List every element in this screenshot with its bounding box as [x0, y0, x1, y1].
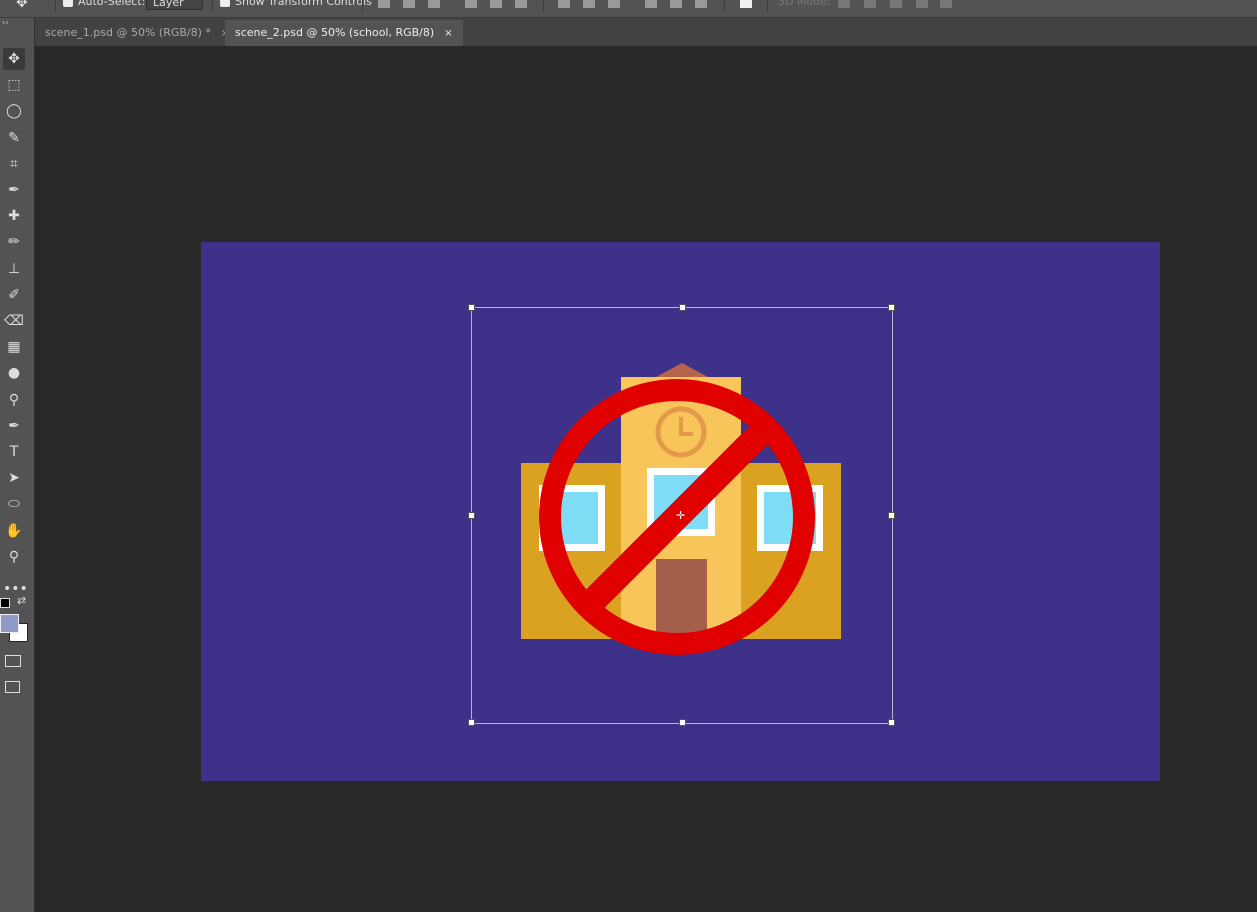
auto-select-checkbox[interactable]: Auto-Select:	[63, 0, 145, 8]
foreground-color-swatch[interactable]	[0, 614, 19, 633]
collapse-icon[interactable]: ››	[2, 18, 8, 27]
3d-pan-icon[interactable]	[890, 0, 902, 8]
transform-handle[interactable]	[888, 304, 895, 311]
align-hcenter-icon[interactable]	[490, 0, 502, 8]
align-top-icon[interactable]	[378, 0, 390, 8]
divider	[362, 0, 363, 12]
transform-handle[interactable]	[888, 512, 895, 519]
transform-handle[interactable]	[679, 719, 686, 726]
transform-handle[interactable]	[468, 304, 475, 311]
eraser-tool-icon[interactable]: ⌫	[3, 310, 25, 332]
swap-colors-icon[interactable]: ⇄	[17, 594, 26, 607]
divider	[55, 0, 56, 12]
3d-roll-icon[interactable]	[864, 0, 876, 8]
quick-mask-icon[interactable]	[5, 655, 21, 667]
auto-select-label: Auto-Select:	[78, 0, 146, 8]
divider	[767, 0, 768, 12]
clone-stamp-tool-icon[interactable]: ⊥	[3, 258, 25, 280]
show-transform-checkbox[interactable]: Show Transform Controls	[220, 0, 372, 8]
dropdown-value: Layer	[146, 0, 203, 10]
distribute-left-icon[interactable]	[645, 0, 657, 8]
marquee-tool-icon[interactable]: ⬚	[3, 74, 25, 96]
quick-selection-tool-icon[interactable]: ✎	[3, 127, 25, 149]
hand-tool-icon[interactable]: ✋	[3, 520, 25, 542]
transform-handle[interactable]	[468, 719, 475, 726]
align-right-icon[interactable]	[515, 0, 527, 8]
history-brush-tool-icon[interactable]: ✐	[3, 284, 25, 306]
transform-handle[interactable]	[468, 512, 475, 519]
type-tool-icon[interactable]: T	[3, 441, 25, 463]
toolbar: ›› ✥ ⬚ ◯ ✎ ⌗ ✒ ✚ ✏ ⊥ ✐ ⌫ ▦ ● ⚲ ✒ T ➤ ⬭ ✋ ⚲ ••• ⇄	[0, 18, 35, 912]
tab-scene-2[interactable]: scene_2.psd @ 50% (school, RGB/8) ×	[225, 20, 463, 46]
divider	[724, 0, 725, 12]
align-bottom-icon[interactable]	[428, 0, 440, 8]
distribute-vcenter-icon[interactable]	[583, 0, 595, 8]
divider	[543, 0, 544, 12]
show-transform-label: Show Transform Controls	[235, 0, 372, 8]
gradient-tool-icon[interactable]: ▦	[3, 336, 25, 358]
document-tabs: scene_1.psd @ 50% (RGB/8) *× scene_2.psd…	[35, 18, 1257, 46]
dodge-tool-icon[interactable]: ⚲	[3, 389, 25, 411]
zoom-tool-icon[interactable]: ⚲	[3, 546, 25, 568]
lasso-tool-icon[interactable]: ◯	[3, 100, 25, 122]
transform-handle[interactable]	[888, 719, 895, 726]
options-bar: ✥ ˅ Auto-Select: Layer Show Transform Co…	[0, 0, 1257, 18]
ellipse-tool-icon[interactable]: ⬭	[3, 493, 25, 515]
distribute-bottom-icon[interactable]	[608, 0, 620, 8]
transform-handle[interactable]	[679, 304, 686, 311]
align-left-icon[interactable]	[465, 0, 477, 8]
3d-mode-label: 3D Mode:	[778, 0, 831, 8]
3d-rotate-icon[interactable]	[838, 0, 850, 8]
checkbox-icon	[63, 0, 73, 7]
move-tool-icon[interactable]: ✥	[3, 48, 25, 70]
brush-tool-icon[interactable]: ✏	[3, 231, 25, 253]
blur-tool-icon[interactable]: ●	[3, 362, 25, 384]
path-selection-tool-icon[interactable]: ➤	[3, 467, 25, 489]
tab-label: scene_1.psd @ 50% (RGB/8) *	[45, 26, 211, 39]
reference-point-icon[interactable]: ✛	[676, 509, 685, 522]
auto-align-icon[interactable]	[740, 0, 752, 8]
divider	[212, 0, 213, 12]
distribute-top-icon[interactable]	[558, 0, 570, 8]
crop-tool-icon[interactable]: ⌗	[3, 153, 25, 175]
align-vcenter-icon[interactable]	[403, 0, 415, 8]
distribute-hcenter-icon[interactable]	[670, 0, 682, 8]
pen-tool-icon[interactable]: ✒	[3, 415, 25, 437]
3d-scale-icon[interactable]	[940, 0, 952, 8]
3d-slide-icon[interactable]	[916, 0, 928, 8]
eyedropper-tool-icon[interactable]: ✒	[3, 179, 25, 201]
close-icon[interactable]: ×	[444, 28, 452, 39]
default-colors-icon[interactable]	[0, 598, 10, 608]
tab-label: scene_2.psd @ 50% (school, RGB/8)	[235, 26, 435, 39]
tab-scene-1[interactable]: scene_1.psd @ 50% (RGB/8) *×	[35, 20, 239, 46]
distribute-right-icon[interactable]	[695, 0, 707, 8]
healing-brush-tool-icon[interactable]: ✚	[3, 205, 25, 227]
auto-select-dropdown[interactable]: Layer	[146, 0, 203, 10]
screen-mode-icon[interactable]	[5, 681, 20, 693]
move-tool-preset-icon[interactable]: ✥ ˅	[16, 0, 39, 11]
checkbox-icon	[220, 0, 230, 7]
